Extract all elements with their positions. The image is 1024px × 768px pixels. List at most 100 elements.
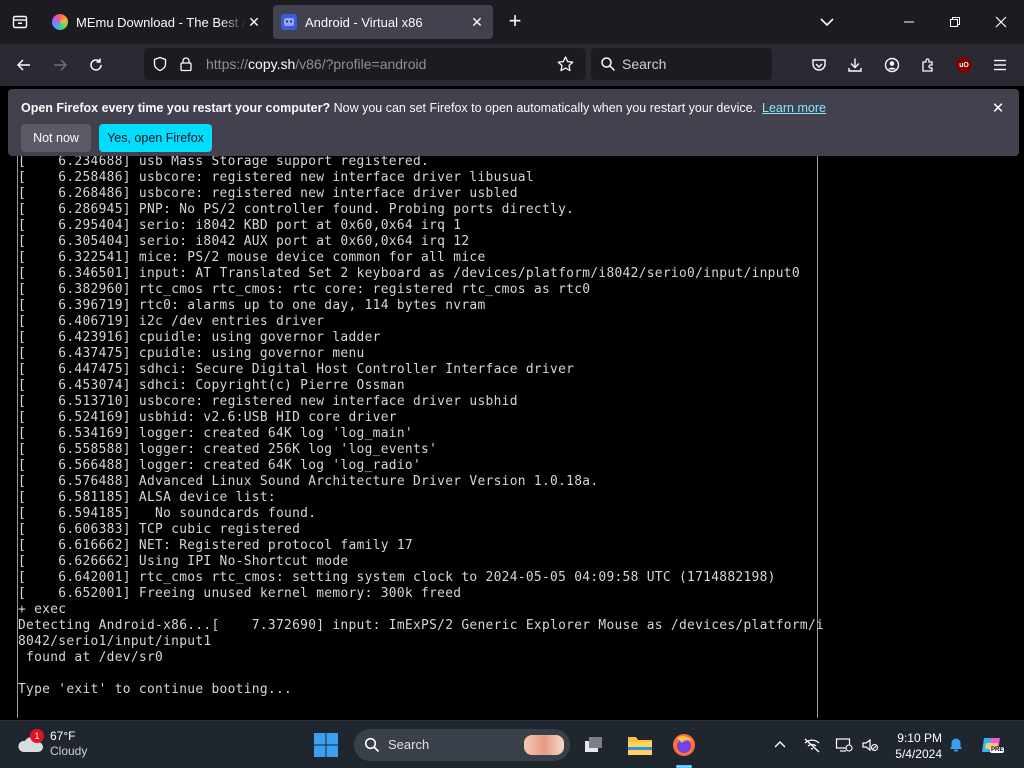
learn-more-link[interactable]: Learn more xyxy=(762,101,826,115)
terminal-line: [ 6.396719] rtc0: alarms up to one day, … xyxy=(18,298,486,313)
restore-button[interactable] xyxy=(932,0,978,44)
terminal-line: [ 6.286945] PNP: No PS/2 controller foun… xyxy=(18,202,575,217)
tab-memu[interactable]: MEmu Download - The Best Android Emulato… xyxy=(44,5,270,39)
cloud-icon: 1 xyxy=(16,729,44,756)
system-clock[interactable]: 9:10 PM 5/4/2024 xyxy=(886,730,942,762)
tab-title: MEmu Download - The Best Android Emulato… xyxy=(76,14,246,30)
terminal-line: [ 6.234688] usb Mass Storage support reg… xyxy=(18,156,430,169)
show-hidden-icons-chevron-icon[interactable] xyxy=(768,733,792,757)
extensions-icon[interactable] xyxy=(916,53,940,77)
terminal-line: [ 6.322541] mice: PS/2 mouse device comm… xyxy=(18,250,486,265)
terminal-line: found at /dev/sr0 xyxy=(18,650,164,665)
default-startup-notification: Open Firefox every time you restart your… xyxy=(8,89,1019,156)
terminal-line: [ 6.558588] logger: created 256K log 'lo… xyxy=(18,442,438,457)
file-explorer-icon[interactable] xyxy=(624,729,656,761)
search-bar[interactable]: Search xyxy=(591,48,772,80)
terminal-line: [ 6.606383] TCP cubic registered xyxy=(18,522,301,537)
terminal-line: [ 6.268486] usbcore: registered new inte… xyxy=(18,186,518,201)
memu-favicon-icon xyxy=(52,14,68,30)
pocket-icon[interactable] xyxy=(807,53,831,77)
hamburger-menu-icon[interactable] xyxy=(988,53,1012,77)
notification-bell-icon[interactable] xyxy=(944,733,968,757)
url-path: /v86/?profile=android xyxy=(295,56,427,72)
close-tab-icon[interactable]: ✕ xyxy=(469,14,485,31)
terminal-line: [ 6.513710] usbcore: registered new inte… xyxy=(18,394,518,409)
terminal-line: [ 6.642001] rtc_cmos rtc_cmos: setting s… xyxy=(18,570,776,585)
terminal-line: [ 6.524169] usbhid: v2.6:USB HID core dr… xyxy=(18,410,397,425)
search-icon xyxy=(600,56,616,77)
tab-android[interactable]: Android - Virtual x86 ✕ xyxy=(273,5,493,39)
terminal-line: [ 6.447475] sdhci: Secure Digital Host C… xyxy=(18,362,575,377)
taskbar: 1 67°F Cloudy Search 9:10 PM 5/4/2024 PR… xyxy=(0,720,1024,768)
tab-strip: MEmu Download - The Best Android Emulato… xyxy=(0,0,1024,44)
task-view-icon[interactable] xyxy=(578,729,610,761)
firefox-icon[interactable] xyxy=(668,729,700,761)
tab-title: Android - Virtual x86 xyxy=(305,14,423,30)
terminal-line: [ 6.626662] Using IPI No-Shortcut mode xyxy=(18,554,349,569)
terminal-line: Type 'exit' to continue booting... xyxy=(18,682,293,697)
terminal-line: [ 6.295404] serio: i8042 KBD port at 0x6… xyxy=(18,218,462,233)
network-disconnected-icon[interactable] xyxy=(800,733,824,757)
ublock-badge: uO xyxy=(956,57,972,73)
notification-message: Open Firefox every time you restart your… xyxy=(21,101,826,115)
terminal-line: [ 6.616662] NET: Registered protocol fam… xyxy=(18,538,413,553)
terminal-line: [ 6.346501] input: AT Translated Set 2 k… xyxy=(18,266,800,281)
terminal-line: [ 6.453074] sdhci: Copyright(c) Pierre O… xyxy=(18,378,405,393)
emulator-screen[interactable]: [ 6.234688] usb Mass Storage support reg… xyxy=(0,156,1024,718)
url-host: copy.sh xyxy=(248,56,296,72)
navigation-toolbar: https://copy.sh/v86/?profile=android Sea… xyxy=(0,44,1024,86)
terminal-line: 8042/serio1/input/input1 xyxy=(18,634,212,649)
clock-date: 5/4/2024 xyxy=(895,747,942,761)
terminal-line: [ 6.258486] usbcore: registered new inte… xyxy=(18,170,534,185)
windows-start-icon[interactable] xyxy=(310,729,342,761)
terminal-line: [ 6.406719] i2c /dev entries driver xyxy=(18,314,325,329)
forward-button[interactable] xyxy=(48,53,72,77)
terminal-line: [ 6.566488] logger: created 64K log 'log… xyxy=(18,458,422,473)
downloads-icon[interactable] xyxy=(843,53,867,77)
url-text[interactable]: https://copy.sh/v86/?profile=android xyxy=(206,56,426,72)
copilot-icon[interactable]: PRE xyxy=(978,733,1006,757)
terminal-output: [ 6.234688] usb Mass Storage support reg… xyxy=(18,156,824,698)
terminal-line: [ 6.594185] No soundcards found. xyxy=(18,506,317,521)
new-tab-button[interactable]: + xyxy=(503,10,527,34)
weather-desc: Cloudy xyxy=(50,744,88,758)
search-placeholder: Search xyxy=(622,56,667,72)
url-prefix: https:// xyxy=(206,56,249,72)
back-button[interactable] xyxy=(12,53,36,77)
account-icon[interactable] xyxy=(880,53,904,77)
taskbar-search-placeholder: Search xyxy=(388,737,430,752)
search-highlight-icon xyxy=(524,735,564,755)
terminal-line: [ 6.382960] rtc_cmos rtc_cmos: rtc core:… xyxy=(18,282,591,297)
shield-icon[interactable] xyxy=(152,56,168,77)
v86-favicon-icon xyxy=(281,14,297,30)
list-all-tabs-icon[interactable] xyxy=(8,10,32,34)
close-window-button[interactable] xyxy=(978,0,1024,44)
notification-title: Open Firefox every time you restart your… xyxy=(21,101,331,115)
weather-badge: 1 xyxy=(30,729,44,743)
chevron-down-icon[interactable] xyxy=(815,10,839,34)
lock-icon[interactable] xyxy=(178,56,194,77)
notification-text: Now you can set Firefox to open automati… xyxy=(330,101,757,115)
close-notification-icon[interactable]: ✕ xyxy=(989,99,1007,117)
terminal-line: [ 6.534169] logger: created 64K log 'log… xyxy=(18,426,413,441)
url-bar[interactable]: https://copy.sh/v86/?profile=android xyxy=(144,48,586,80)
search-icon xyxy=(364,737,380,758)
terminal-line: Detecting Android-x86...[ 7.372690] inpu… xyxy=(18,618,825,633)
terminal-line: [ 6.305404] serio: i8042 AUX port at 0x6… xyxy=(18,234,470,249)
close-tab-icon[interactable]: ✕ xyxy=(246,14,262,31)
weather-widget[interactable]: 1 67°F Cloudy xyxy=(16,729,87,759)
terminal-line: [ 6.437475] cpuidle: using governor menu xyxy=(18,346,365,361)
terminal-line: [ 6.423916] cpuidle: using governor ladd… xyxy=(18,330,381,345)
open-firefox-button[interactable]: Yes, open Firefox xyxy=(99,124,212,152)
bookmark-star-icon[interactable] xyxy=(557,56,574,77)
minimize-button[interactable] xyxy=(886,0,932,44)
display-settings-icon[interactable] xyxy=(832,733,856,757)
terminal-line: [ 6.576488] Advanced Linux Sound Archite… xyxy=(18,474,599,489)
reload-button[interactable] xyxy=(84,53,108,77)
copilot-pre-badge: PRE xyxy=(990,747,1005,753)
volume-muted-icon[interactable] xyxy=(858,733,882,757)
taskbar-search[interactable]: Search xyxy=(354,729,570,761)
ublock-origin-icon[interactable]: uO xyxy=(952,53,976,77)
not-now-button[interactable]: Not now xyxy=(21,124,91,152)
